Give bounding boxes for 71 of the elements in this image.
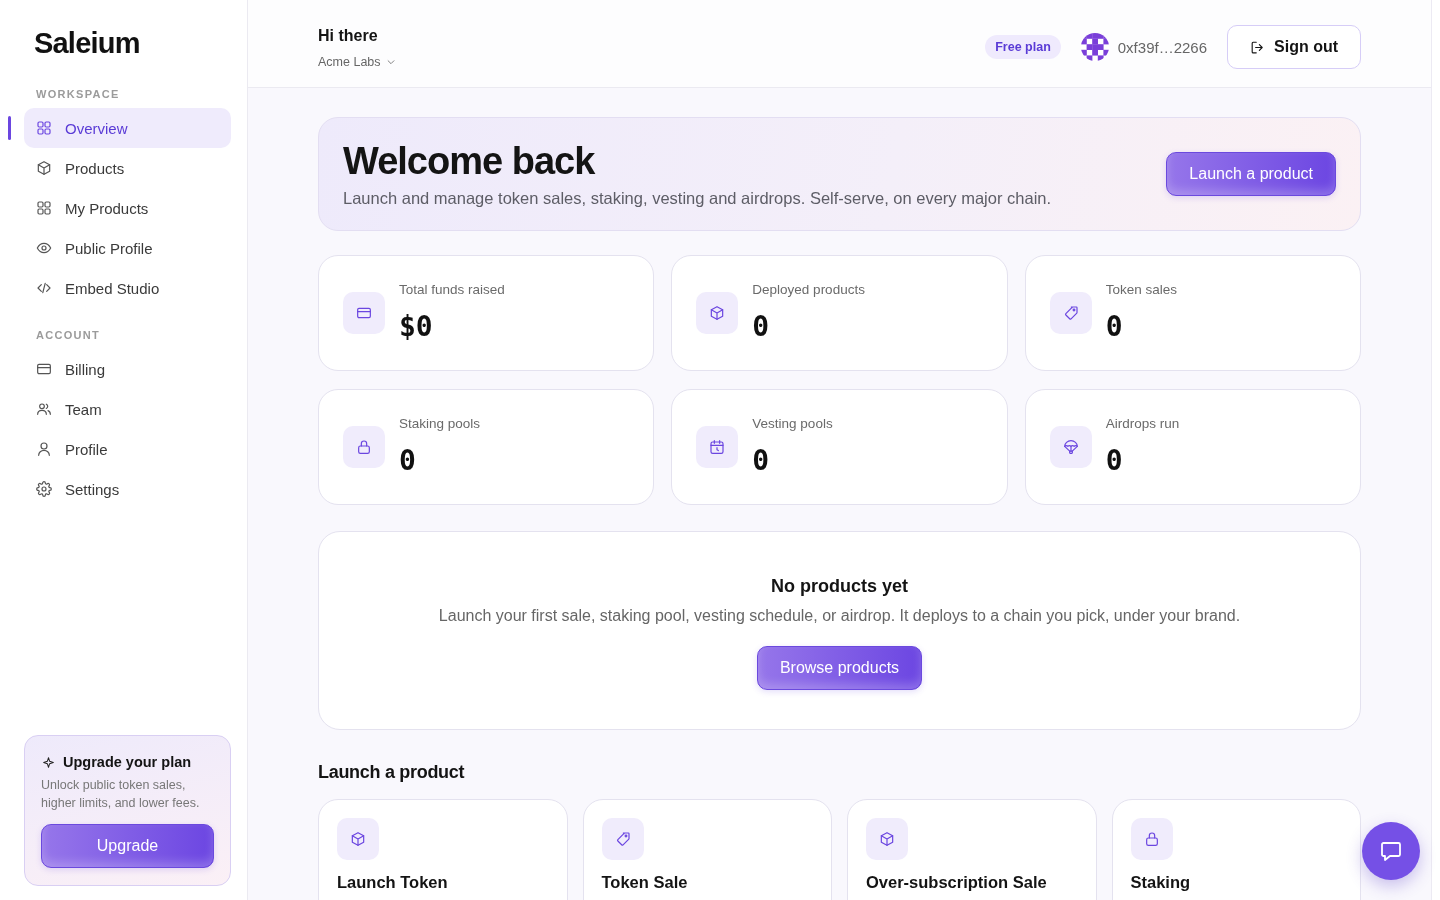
nav-item[interactable]: Billing <box>24 349 231 389</box>
product-title: Over-subscription Sale <box>866 872 1047 892</box>
product-card[interactable]: Launch Token <box>318 799 568 900</box>
cube-icon <box>696 292 739 334</box>
workspace-switcher[interactable]: Acme Labs <box>318 54 396 70</box>
calendar-icon <box>696 426 739 468</box>
stat-label: Airdrops run <box>1105 415 1180 433</box>
sign-out-button[interactable]: Sign out <box>1227 25 1361 69</box>
stat-value: 0 <box>752 443 770 479</box>
credit-card-icon <box>343 292 385 334</box>
section-label: WORKSPACE <box>36 87 120 101</box>
upgrade-title: Upgrade your plan <box>63 753 192 771</box>
identicon-avatar <box>1080 33 1109 61</box>
stat-value: 0 <box>399 443 416 479</box>
product-card[interactable]: Over-subscription Sale <box>847 799 1097 900</box>
stat-label: Vesting pools <box>752 415 833 433</box>
code-icon <box>36 280 52 296</box>
stat-value: 0 <box>1105 309 1123 345</box>
caret-icon <box>385 57 396 67</box>
empty-state-text: Launch your first sale, staking pool, vesting schedule, or airdrop. It deploys to a chain you pick, under your brand. <box>438 606 1241 626</box>
lock-icon <box>1130 818 1173 860</box>
product-title: Staking <box>1130 872 1191 892</box>
nav-item[interactable]: Products <box>24 148 231 188</box>
sparkle-icon <box>43 756 54 768</box>
grid-icon <box>36 120 52 136</box>
nav-item[interactable]: Team <box>24 389 231 429</box>
launch-product-button[interactable]: Launch a product <box>1166 152 1336 196</box>
upgrade-button[interactable]: Upgrade <box>41 824 214 868</box>
cube-icon <box>337 818 379 860</box>
eye-icon <box>36 240 52 256</box>
nav-item[interactable]: Overview <box>24 108 231 148</box>
stat-value: 0 <box>752 309 770 345</box>
cube-icon <box>36 160 52 176</box>
lock-icon <box>343 426 385 468</box>
upgrade-description: Unlock public token sales, higher limits, and lower fees. <box>41 777 201 812</box>
stat-label: Total funds raised <box>399 281 505 299</box>
credit-card-icon <box>36 361 52 377</box>
nav-item[interactable]: Profile <box>24 429 231 469</box>
grid-icon <box>36 200 52 216</box>
nav-item[interactable]: Embed Studio <box>24 268 231 308</box>
greeting: Hi there <box>318 26 378 46</box>
tag-icon <box>1049 292 1092 334</box>
parachute-icon <box>1049 426 1092 468</box>
stat-value: $0 <box>399 309 433 345</box>
people-icon <box>36 401 52 417</box>
stat-label: Staking pools <box>399 415 481 433</box>
product-title: Token Sale <box>601 872 688 892</box>
empty-state-title: No products yet <box>771 575 908 598</box>
stat-label: Token sales <box>1105 281 1177 299</box>
product-card[interactable]: Token Sale <box>582 799 832 900</box>
wallet-address: 0xf39f…2266 <box>1117 38 1207 56</box>
product-title: Launch Token <box>337 872 448 892</box>
welcome-title: Welcome back <box>343 139 596 183</box>
chat-bubble-icon <box>1379 839 1403 863</box>
logo: Saleium <box>34 26 140 60</box>
nav-item[interactable]: Settings <box>24 469 231 509</box>
nav-item[interactable]: My Products <box>24 188 231 228</box>
person-icon <box>36 441 52 457</box>
cube-icon <box>866 818 908 860</box>
section-heading: Launch a product <box>318 761 465 784</box>
product-card[interactable]: Staking <box>1111 799 1361 900</box>
tag-icon <box>601 818 644 860</box>
sign-out-icon <box>1250 39 1265 55</box>
browse-products-button[interactable]: Browse products <box>756 646 923 690</box>
nav-item[interactable]: Public Profile <box>24 228 231 268</box>
settings-icon <box>36 481 52 497</box>
plan-badge: Free plan <box>985 35 1061 59</box>
welcome-subtitle: Launch and manage token sales, staking, vesting and airdrops. Self-serve, on every major chain. <box>343 188 1052 209</box>
stat-value: 0 <box>1105 443 1123 479</box>
stat-label: Deployed products <box>752 281 865 299</box>
section-label: ACCOUNT <box>36 328 101 342</box>
